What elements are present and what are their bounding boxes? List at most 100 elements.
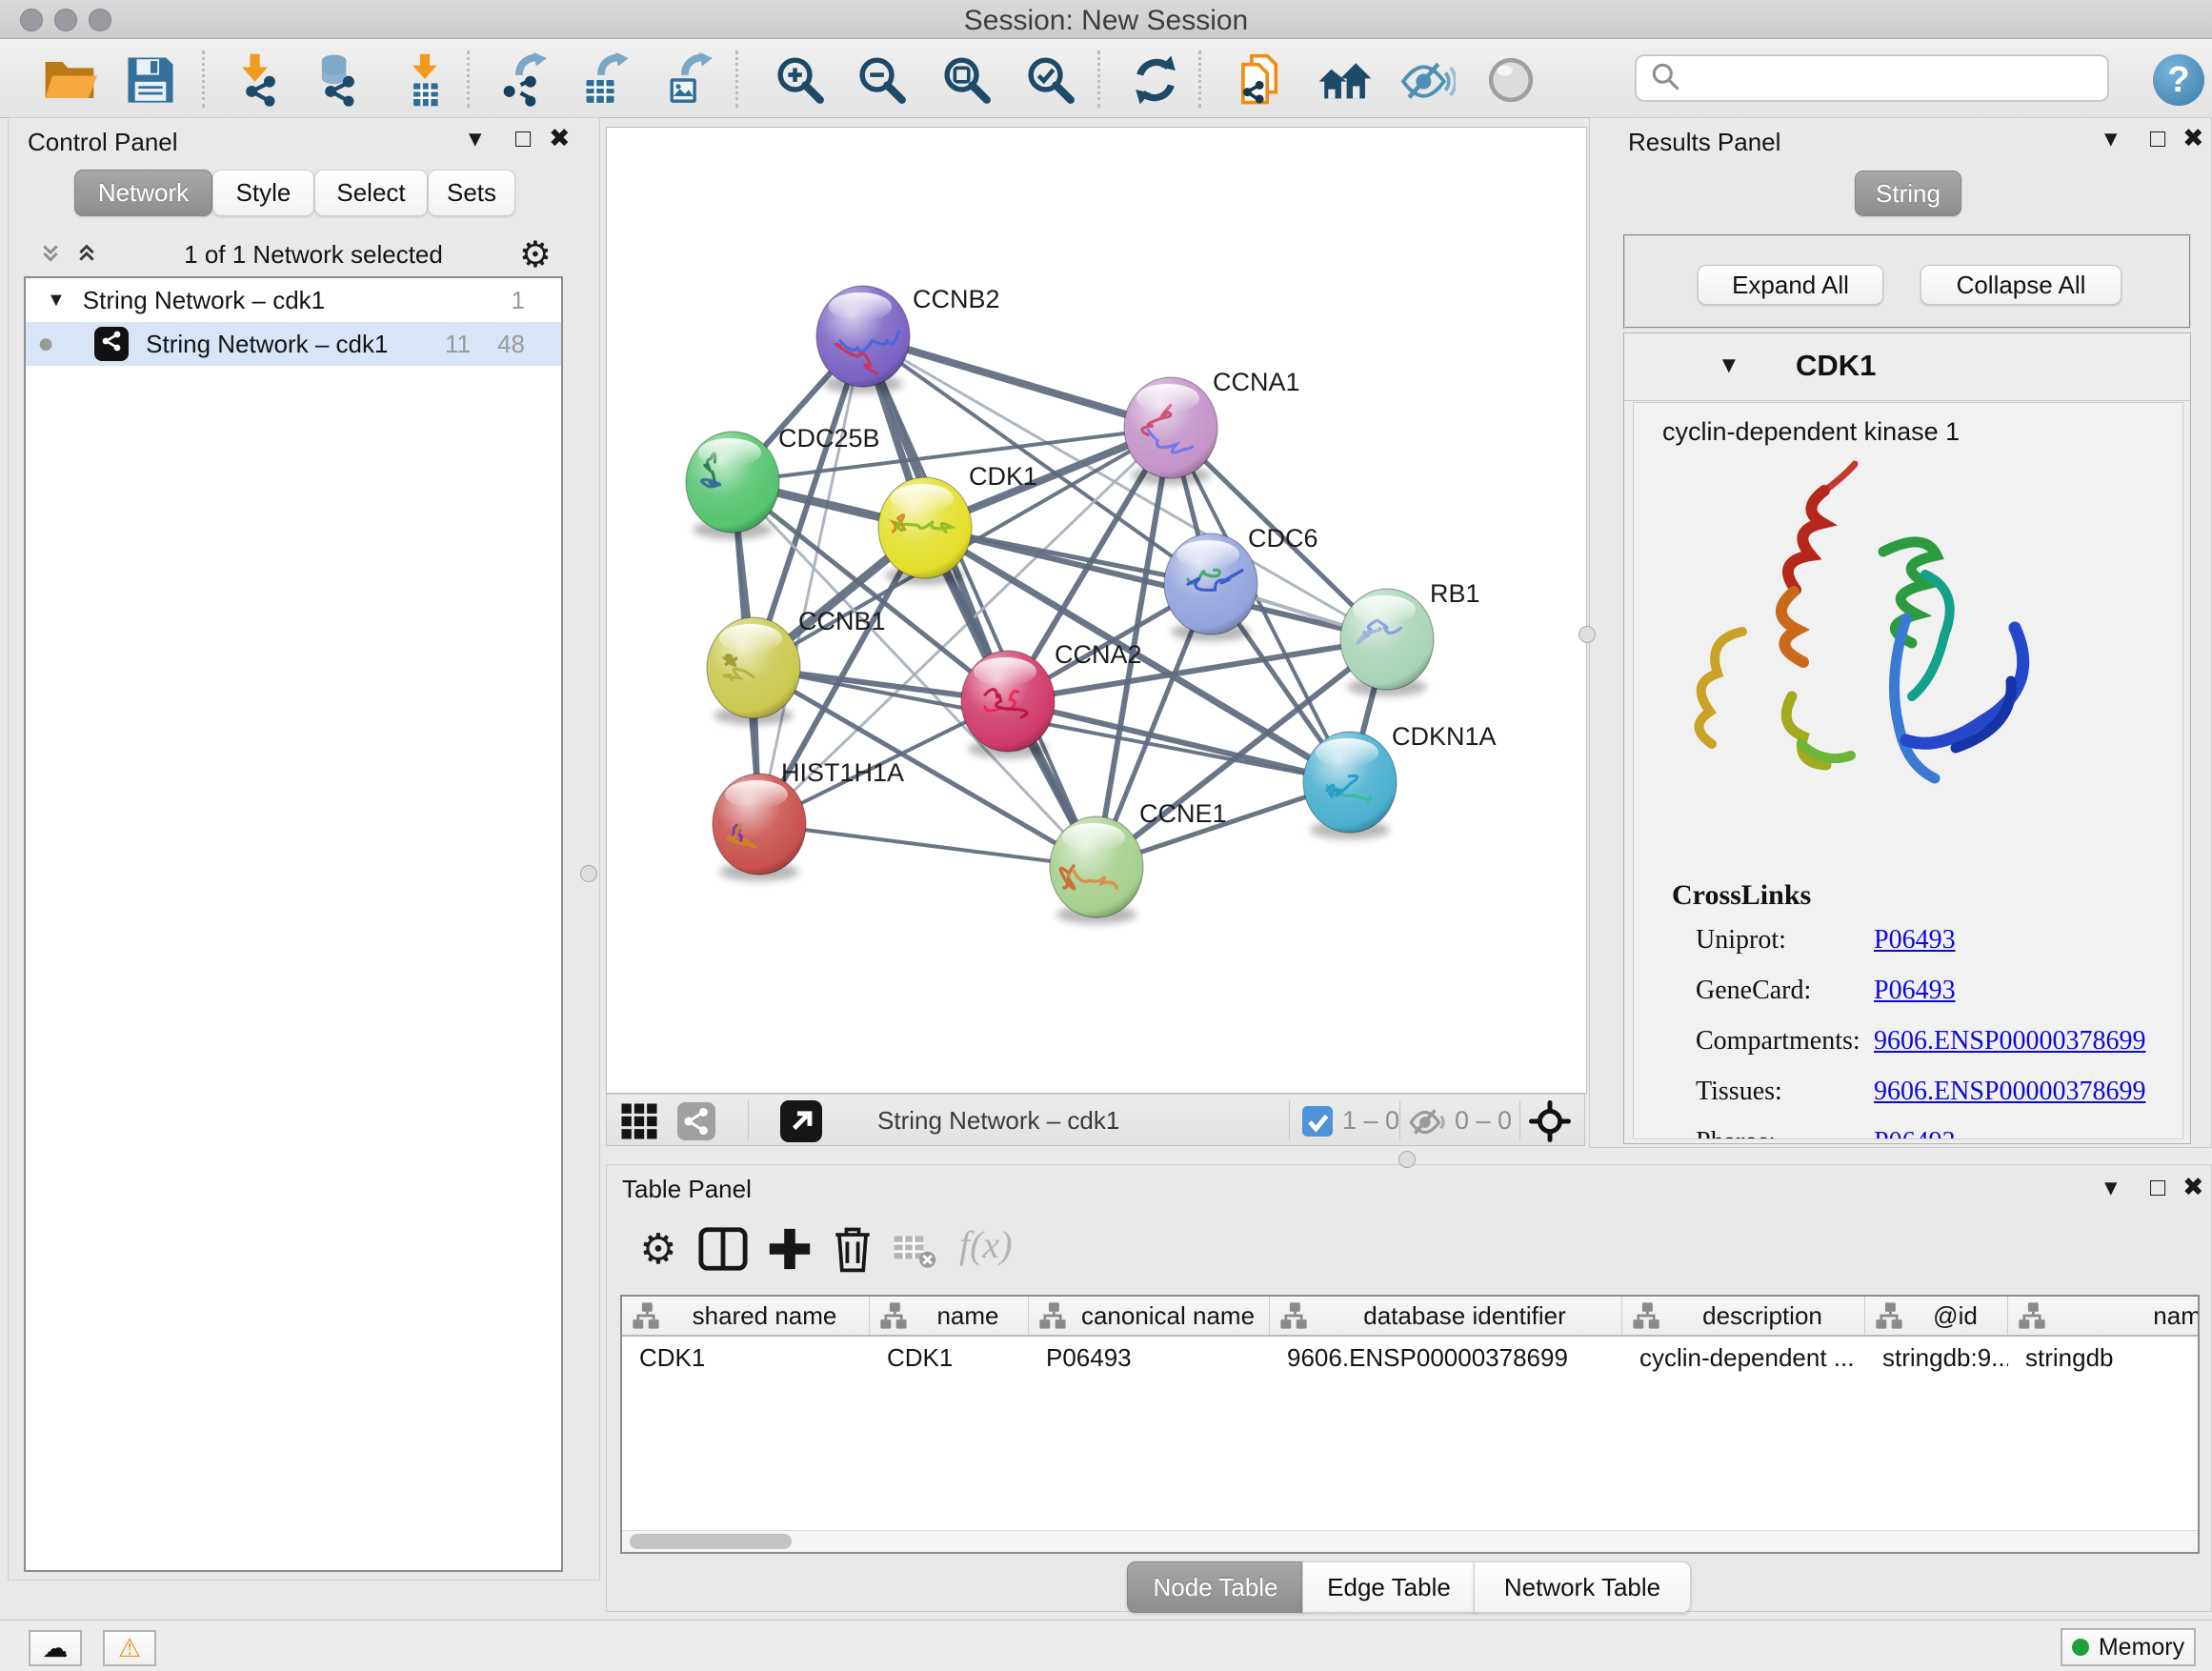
panel-float-icon[interactable]: □ [2150,1175,2165,1200]
column-header-shared-name[interactable]: shared name [622,1297,870,1335]
network-node[interactable] [816,286,910,393]
search-input[interactable] [1688,63,2107,94]
column-header-canonical-name[interactable]: canonical name [1029,1297,1270,1335]
zoom-in-button[interactable] [773,52,828,108]
network-canvas[interactable]: CCNB2CCNA1CDC25BCDK1CDC6RB1CCNB1CCNA2CDK… [606,127,1587,1094]
panel-float-icon[interactable]: □ [515,126,531,151]
network-edge[interactable] [1008,701,1350,782]
panel-collapse-icon[interactable]: ▾ [2104,126,2118,151]
table-cell[interactable]: CDK1 [622,1337,870,1379]
panel-collapse-icon[interactable]: ▾ [2104,1175,2118,1200]
column-header-description[interactable]: description [1622,1297,1865,1335]
network-node[interactable] [1050,816,1143,924]
help-button[interactable]: ? [2153,54,2204,106]
panel-close-icon[interactable]: ✖ [2182,126,2204,151]
chevron-double-up-icon[interactable] [71,238,102,269]
network-row-selected[interactable]: ● String Network – cdk1 11 48 [26,322,561,366]
title-bar[interactable]: Session: New Session [0,0,2212,39]
table-cell[interactable]: stringdb:9... [1865,1337,2008,1379]
network-node[interactable] [1303,732,1397,839]
import-network-database-button[interactable] [310,52,365,108]
birdseye-grid-icon[interactable] [620,1102,658,1140]
home-button[interactable] [1317,52,1373,108]
export-table-button[interactable] [578,52,633,108]
network-node[interactable] [713,774,806,881]
inspect-button[interactable] [1483,52,1538,108]
save-session-button[interactable] [123,52,178,108]
table-cell[interactable]: cyclin-dependent ... [1622,1337,1865,1379]
tab-network-table[interactable]: Network Table [1474,1561,1691,1613]
chevron-double-down-icon[interactable] [35,238,66,269]
tab-sets[interactable]: Sets [428,170,515,216]
network-node[interactable] [1124,377,1217,485]
import-network-file-button[interactable] [231,52,286,108]
import-table-button[interactable] [397,52,452,108]
network-node[interactable] [686,432,779,539]
tab-style[interactable]: Style [212,170,314,216]
gear-icon[interactable]: ⚙ [513,232,557,277]
network-node[interactable] [1340,589,1434,696]
zoom-fit-button[interactable] [939,52,995,108]
tab-string[interactable]: String [1855,171,1961,216]
export-network-button[interactable] [496,52,552,108]
crosslink-link[interactable]: P06493 [1874,925,1956,956]
crosslink-link[interactable]: P06493 [1874,976,1956,1006]
network-edge[interactable] [863,336,1171,428]
network-node[interactable] [1164,534,1257,641]
memory-button[interactable]: Memory [2061,1628,2196,1666]
node-table[interactable]: shared namenamecanonical namedatabase id… [620,1295,2200,1554]
function-builder-icon[interactable]: f(x) [959,1222,1013,1267]
vertical-splitter-handle[interactable] [1579,626,1596,643]
zoom-out-button[interactable] [855,52,910,108]
expand-all-button[interactable]: Expand All [1698,265,1883,305]
tab-edge-table[interactable]: Edge Table [1302,1561,1476,1613]
external-link-icon[interactable] [780,1100,822,1142]
network-edge[interactable] [863,336,1096,867]
tree-caret-icon[interactable]: ▼ [47,290,66,312]
collapse-all-button[interactable]: Collapse All [1920,265,2122,305]
table-cell[interactable]: 9606.ENSP00000378699 [1270,1337,1622,1379]
export-image-button[interactable] [662,52,717,108]
delete-column-trash-icon[interactable] [828,1222,877,1276]
table-row[interactable]: CDK1CDK1P064939606.ENSP00000378699cyclin… [622,1337,2198,1379]
table-cell[interactable]: CDK1 [870,1337,1029,1379]
string-import-button[interactable] [1233,52,1288,108]
panel-collapse-icon[interactable]: ▾ [469,126,482,151]
column-header--id[interactable]: @id [1865,1297,2008,1335]
network-edge[interactable] [759,824,1096,867]
horizontal-splitter-handle[interactable] [1398,1151,1416,1168]
network-node[interactable] [707,617,800,725]
vertical-splitter-handle[interactable] [580,865,597,882]
warning-status-button[interactable]: ⚠ [103,1630,156,1666]
column-header-database-identifier[interactable]: database identifier [1270,1297,1622,1335]
zoom-selected-button[interactable] [1023,52,1078,108]
panel-close-icon[interactable]: ✖ [549,126,571,151]
table-hscrollbar[interactable] [622,1530,2198,1552]
crosslink-link[interactable]: P06493 [1874,1127,1956,1139]
add-column-icon[interactable] [765,1222,814,1276]
delete-table-icon[interactable] [893,1230,936,1270]
crosslink-link[interactable]: 9606.ENSP00000378699 [1874,1077,2145,1107]
panel-float-icon[interactable]: □ [2150,126,2165,151]
cloud-status-button[interactable]: ☁ [29,1630,82,1666]
crosshair-icon[interactable] [1529,1100,1571,1142]
selected-checkbox-icon[interactable] [1302,1106,1333,1137]
table-gear-icon[interactable]: ⚙ [633,1222,683,1276]
open-session-button[interactable] [42,52,97,108]
table-cell[interactable]: stringdb [2008,1337,2200,1379]
column-header-name[interactable]: name [870,1297,1029,1335]
protein-card-header[interactable]: ▼ CDK1 [1624,333,2190,401]
column-header-namespace[interactable]: namespace [2008,1297,2200,1335]
tab-node-table[interactable]: Node Table [1127,1561,1304,1613]
crosslink-link[interactable]: 9606.ENSP00000378699 [1874,1026,2145,1057]
tab-select[interactable]: Select [314,170,428,216]
scrollbar-thumb[interactable] [630,1534,792,1549]
tab-network[interactable]: Network [74,170,212,216]
panel-close-icon[interactable]: ✖ [2182,1175,2204,1200]
apply-layout-button[interactable] [1128,52,1183,108]
tree-caret-icon[interactable]: ▼ [1718,352,1740,379]
network-edge[interactable] [759,336,863,824]
hidden-eye-slash-icon[interactable] [1409,1105,1447,1137]
hide-glasspane-button[interactable] [1400,52,1456,108]
network-collection-row[interactable]: ▼ String Network – cdk1 1 [26,278,561,322]
